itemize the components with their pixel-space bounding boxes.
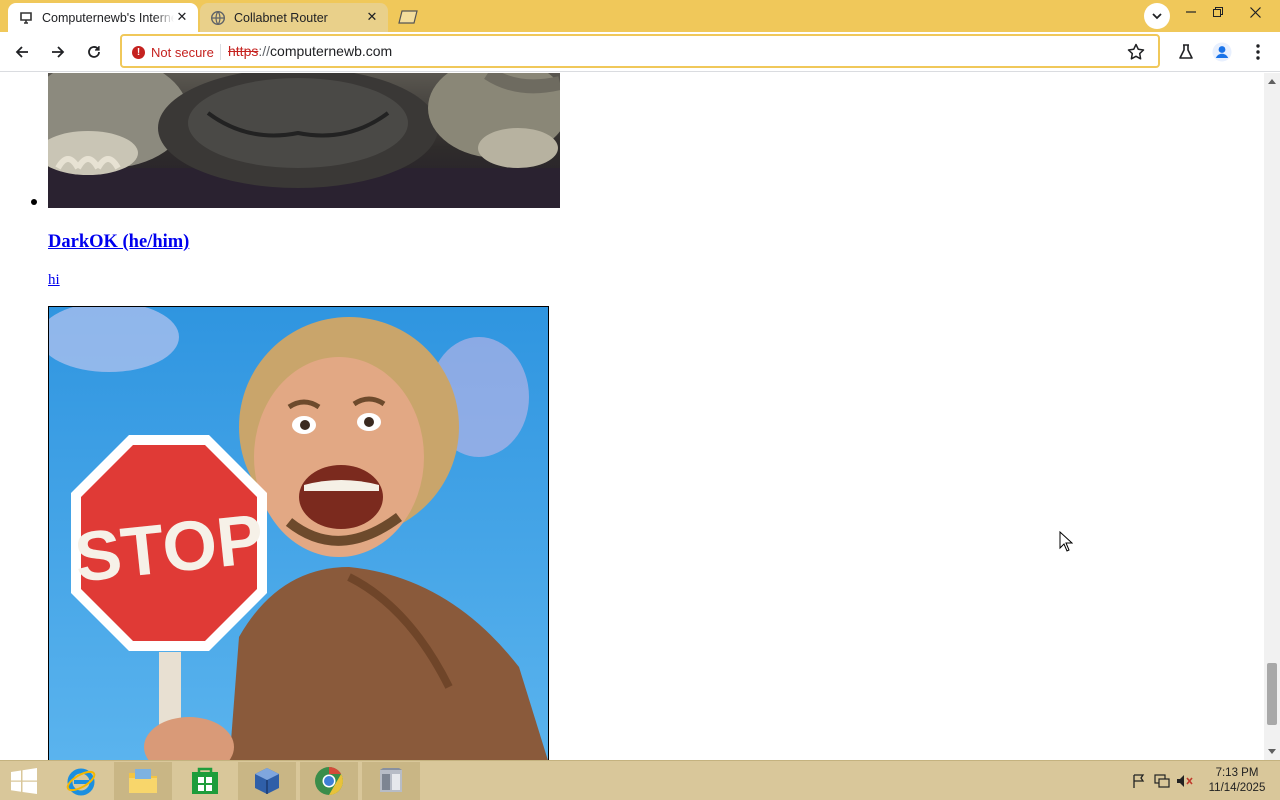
site-favicon-icon xyxy=(18,10,34,26)
restore-button[interactable] xyxy=(1203,0,1233,24)
post-text-link[interactable]: hi xyxy=(48,272,60,289)
taskbar: 7:13 PM 11/14/2025 xyxy=(0,760,1280,800)
vertical-scrollbar[interactable] xyxy=(1264,73,1280,760)
reload-button[interactable] xyxy=(80,38,108,66)
globe-icon xyxy=(210,10,226,26)
title-bar: Computernewb's Internet ✕ Collabnet Rout… xyxy=(0,0,1280,32)
action-center-flag-icon[interactable] xyxy=(1130,773,1148,789)
tab-computernewb[interactable]: Computernewb's Internet ✕ xyxy=(8,3,198,32)
network-icon[interactable] xyxy=(1153,773,1171,789)
close-icon xyxy=(1249,6,1261,18)
back-button[interactable] xyxy=(8,38,36,66)
address-bar[interactable]: ! Not secure https://computernewb.com xyxy=(120,34,1160,68)
back-arrow-icon xyxy=(15,46,28,58)
minimize-button[interactable] xyxy=(1176,0,1206,24)
security-label: Not secure xyxy=(151,44,214,60)
tab-title: Computernewb's Internet xyxy=(42,10,174,25)
url-host: computernewb.com xyxy=(270,43,393,59)
page-viewport: DarkOK (he/him) hi STOP xyxy=(0,73,1264,760)
labs-flask-icon[interactable] xyxy=(1174,40,1198,64)
security-chip[interactable]: ! Not secure xyxy=(132,43,214,61)
close-window-button[interactable] xyxy=(1232,0,1278,24)
url-scheme: https xyxy=(228,43,259,59)
chevron-down-icon xyxy=(1152,13,1162,20)
new-tab-icon[interactable] xyxy=(396,9,420,25)
scroll-down-icon[interactable] xyxy=(1264,744,1280,760)
divider xyxy=(220,44,221,60)
chrome-icon[interactable] xyxy=(300,762,358,800)
more-menu-icon[interactable] xyxy=(1246,40,1270,64)
url-separator: :// xyxy=(258,43,271,59)
scroll-up-icon[interactable] xyxy=(1264,73,1280,89)
post-author-link[interactable]: DarkOK (he/him) xyxy=(48,232,189,253)
warning-icon: ! xyxy=(132,45,145,59)
scroll-thumb[interactable] xyxy=(1267,663,1277,725)
store-icon[interactable] xyxy=(176,762,234,800)
minimize-icon xyxy=(1186,11,1196,13)
tab-search-button[interactable] xyxy=(1144,3,1170,29)
clock-date: 11/14/2025 xyxy=(1208,782,1266,794)
virtualbox-icon[interactable] xyxy=(238,762,296,800)
file-explorer-icon[interactable] xyxy=(114,762,172,800)
forward-arrow-icon xyxy=(52,46,65,58)
system-clock[interactable]: 7:13 PM 11/14/2025 xyxy=(1198,766,1276,796)
reload-icon xyxy=(88,46,100,58)
bookmark-star-icon[interactable] xyxy=(1126,42,1146,62)
windows-start-icon[interactable] xyxy=(6,767,42,795)
app-icon[interactable] xyxy=(362,762,420,800)
forward-button[interactable] xyxy=(44,38,72,66)
dog-photo xyxy=(48,73,560,208)
restore-icon xyxy=(1213,7,1223,17)
browser-toolbar: ! Not secure https://computernewb.com xyxy=(0,32,1280,72)
url-text[interactable]: https://computernewb.com xyxy=(228,43,392,59)
stop-sign-gif: STOP xyxy=(48,306,549,760)
close-tab-icon[interactable]: ✕ xyxy=(174,10,190,26)
profile-avatar-icon[interactable] xyxy=(1210,40,1234,64)
mouse-cursor-icon xyxy=(1059,530,1074,552)
close-tab-icon[interactable]: ✕ xyxy=(364,10,380,26)
tab-collabnet-router[interactable]: Collabnet Router ✕ xyxy=(200,3,388,32)
internet-explorer-icon[interactable] xyxy=(52,762,110,800)
clock-time: 7:13 PM xyxy=(1215,767,1259,779)
volume-muted-icon[interactable] xyxy=(1176,773,1194,789)
tab-title: Collabnet Router xyxy=(234,10,328,25)
list-bullet xyxy=(31,199,37,205)
